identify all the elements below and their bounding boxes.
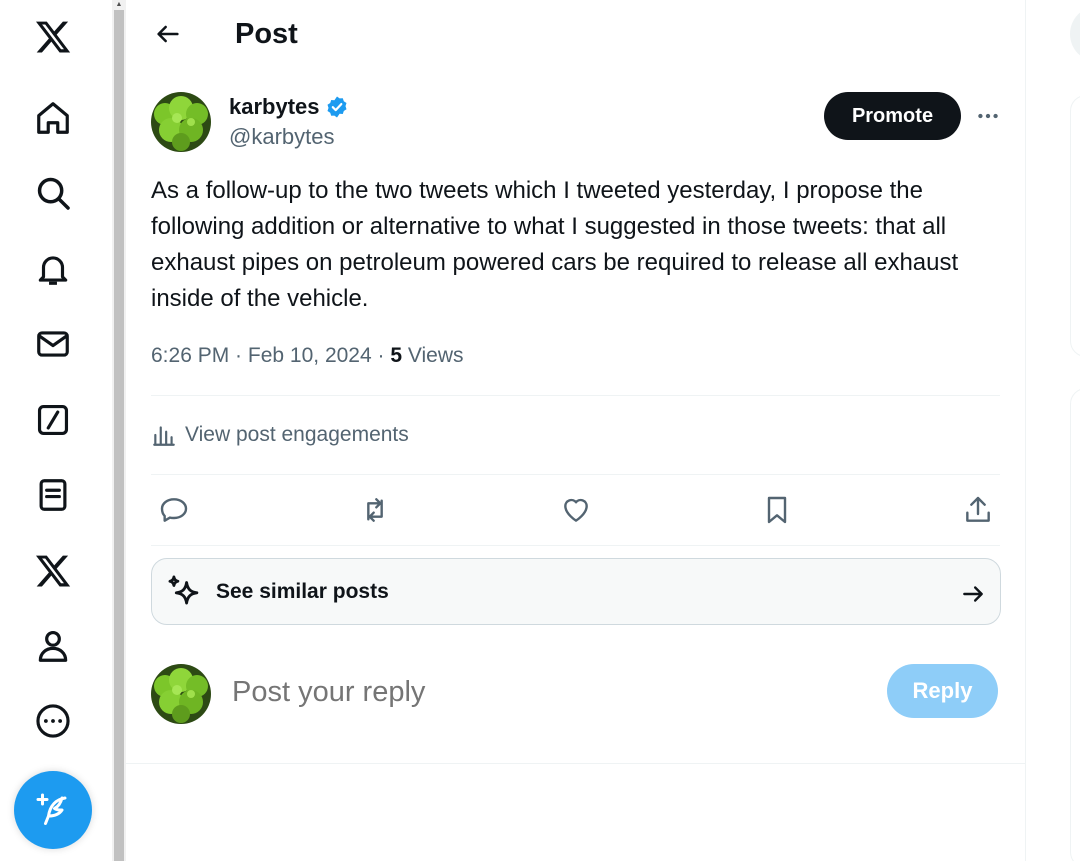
premium-x-icon[interactable] <box>30 548 76 594</box>
post-meta: 6:26 PM · Feb 10, 2024 · 5 Views <box>151 341 464 371</box>
author-name[interactable]: karbytes <box>229 93 349 121</box>
like-action-button[interactable] <box>556 490 596 530</box>
arrow-right-icon <box>963 586 983 602</box>
divider <box>151 545 1000 546</box>
sidebar-card <box>1070 388 1080 861</box>
search-icon[interactable] <box>30 170 76 216</box>
sidebar-card <box>1070 95 1080 357</box>
compose-post-button[interactable] <box>14 771 92 849</box>
see-similar-posts-button[interactable]: See similar posts <box>151 558 1001 625</box>
post-date[interactable]: Feb 10, 2024 <box>248 344 372 367</box>
right-sidebar <box>1026 0 1080 861</box>
bookmark-action-button[interactable] <box>757 490 797 530</box>
views-label: Views <box>407 344 464 367</box>
verified-badge-icon[interactable] <box>325 95 349 119</box>
home-icon[interactable] <box>30 95 76 141</box>
scroll-up-arrow-icon[interactable]: ▲ <box>114 0 124 8</box>
compose-post-icon <box>36 793 67 825</box>
divider <box>126 763 1025 764</box>
post-time[interactable]: 6:26 PM <box>151 344 229 367</box>
current-user-avatar[interactable] <box>151 664 211 724</box>
repost-icon <box>367 498 383 522</box>
reply-submit-button[interactable]: Reply <box>887 664 998 718</box>
x-logo-icon[interactable] <box>30 14 76 60</box>
grok-icon[interactable] <box>30 397 76 443</box>
arrow-left-icon <box>157 25 179 43</box>
share-action-button[interactable] <box>958 490 998 530</box>
more-options-button[interactable] <box>971 99 1005 133</box>
meta-separator: · <box>229 344 248 367</box>
left-nav <box>0 0 112 861</box>
back-button[interactable] <box>150 16 186 52</box>
author-name-text[interactable]: karbytes <box>229 93 320 121</box>
author-avatar[interactable] <box>151 92 211 152</box>
reply-input[interactable] <box>232 672 832 712</box>
analytics-icon <box>153 426 175 446</box>
sparkle-icon <box>168 575 199 605</box>
view-engagements-label: View post engagements <box>185 423 409 446</box>
share-icon <box>966 496 990 522</box>
reply-action-button[interactable] <box>154 490 194 530</box>
scrollbar-thumb[interactable] <box>114 10 124 861</box>
lists-icon[interactable] <box>30 472 76 518</box>
page-title: Post <box>235 18 298 50</box>
more-circle-icon[interactable] <box>30 698 76 744</box>
promote-button[interactable]: Promote <box>824 92 961 140</box>
bookmark-icon <box>767 496 787 524</box>
sidebar-search-box[interactable] <box>1070 6 1080 62</box>
author-handle[interactable]: @karbytes <box>229 123 334 151</box>
mail-icon[interactable] <box>30 321 76 367</box>
page-header: Post <box>126 0 1026 68</box>
reply-bubble-icon <box>160 498 188 522</box>
views-count: 5 <box>390 344 403 367</box>
heart-icon <box>564 498 588 522</box>
divider <box>151 395 1000 396</box>
meta-separator: · <box>371 344 391 367</box>
profile-icon[interactable] <box>30 623 76 669</box>
repost-action-button[interactable] <box>355 490 395 530</box>
post-detail-column: Post karbytes @karbytes Promote As a fol… <box>126 0 1026 861</box>
bell-icon[interactable] <box>30 246 76 292</box>
view-engagements-link[interactable]: View post engagements <box>151 418 409 452</box>
see-similar-posts-label: See similar posts <box>216 580 389 603</box>
post-text: As a follow-up to the two tweets which I… <box>151 177 959 312</box>
divider <box>151 474 1000 475</box>
more-horizontal-icon <box>978 113 998 119</box>
